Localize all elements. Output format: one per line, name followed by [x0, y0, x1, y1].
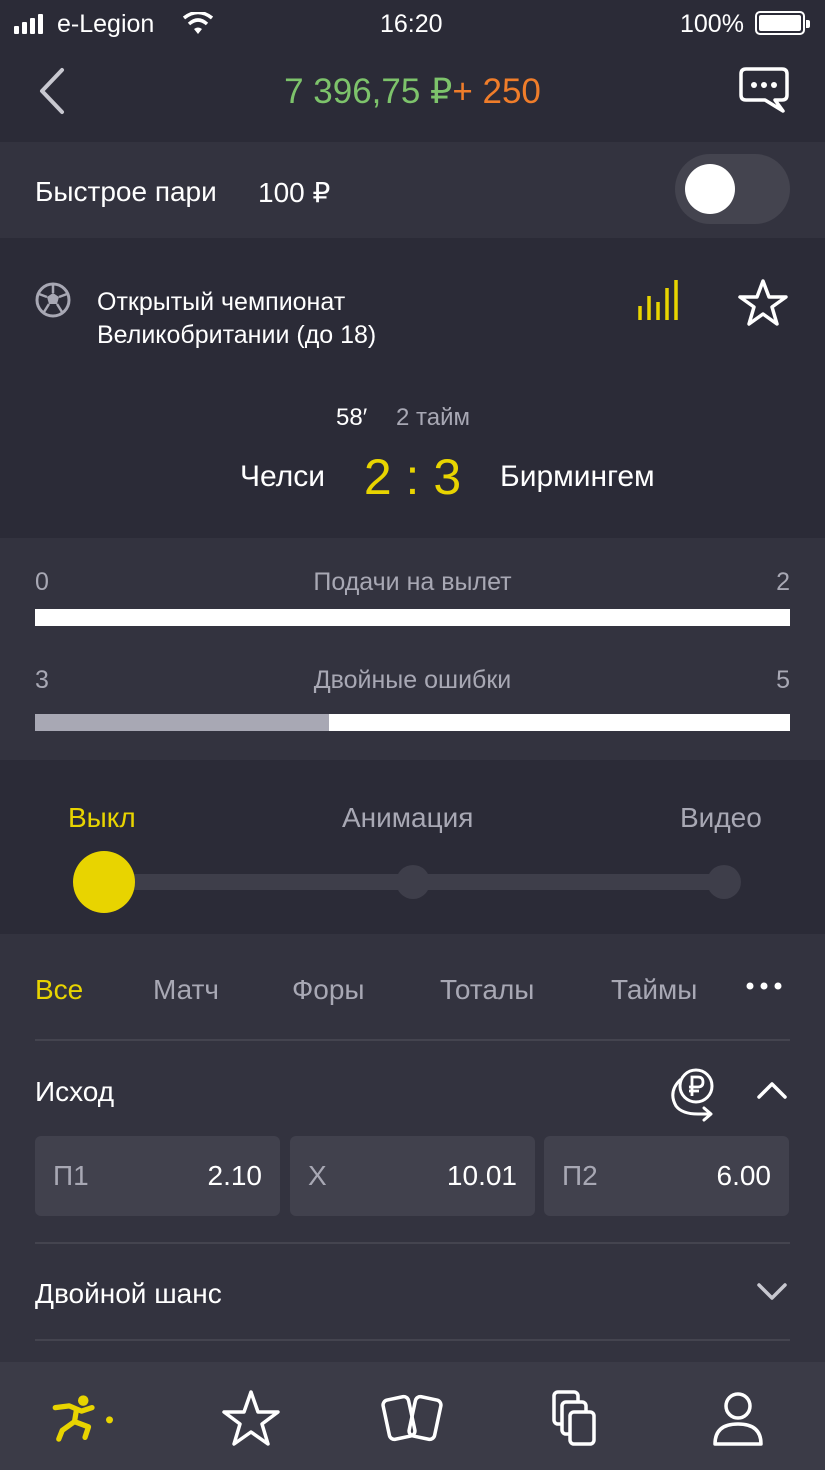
quick-bet-amount[interactable]: 100 ₽ [258, 176, 330, 209]
soccer-ball-icon [35, 282, 71, 318]
favorites-star-icon[interactable] [216, 1384, 286, 1454]
tab-handicaps[interactable]: Форы [292, 974, 365, 1006]
mode-video-label[interactable]: Видео [680, 802, 762, 834]
odd-button-p2[interactable]: П2 6.00 [544, 1136, 789, 1216]
bonus-amount: + 250 [452, 72, 541, 111]
sport-icon[interactable] [50, 1384, 120, 1454]
odd-value: 10.01 [446, 1160, 517, 1191]
market-outcome-title[interactable]: Исход [35, 1076, 114, 1108]
mode-off-label[interactable]: Выкл [68, 802, 136, 834]
tab-totals[interactable]: Тоталы [440, 974, 534, 1006]
signal-icon [14, 14, 50, 34]
balance-display: 7 396,75 ₽+ 250 [0, 72, 825, 112]
tab-all[interactable]: Все [35, 974, 83, 1006]
statistics-icon[interactable] [634, 276, 682, 324]
mode-knob[interactable] [73, 851, 135, 913]
status-bar: e-Legion 16:20 100% [0, 0, 825, 52]
tab-halves[interactable]: Таймы [611, 974, 697, 1006]
broadcast-mode-slider: Выкл Анимация Видео [0, 766, 825, 934]
star-icon[interactable] [736, 278, 790, 328]
toggle-knob [685, 164, 735, 214]
league-line-1: Открытый чемпионат [97, 288, 346, 316]
more-icon[interactable] [744, 980, 784, 992]
match-info: Открытый чемпионат Великобритании (до 18… [0, 238, 825, 536]
stat-title: Подачи на вылет [313, 568, 512, 596]
match-period: 2 тайм [396, 404, 470, 431]
divider [35, 1039, 790, 1041]
odd-value: 2.10 [207, 1160, 263, 1191]
odd-button-x[interactable]: X 10.01 [290, 1136, 535, 1216]
stat-right-value: 5 [776, 666, 790, 694]
quick-bet-bar: Быстрое пари 100 ₽ [0, 142, 825, 238]
chat-bubble-icon[interactable] [737, 65, 791, 117]
odd-button-p1[interactable]: П1 2.10 [35, 1136, 280, 1216]
odd-name: X [308, 1160, 327, 1191]
mode-dot-video[interactable] [707, 865, 741, 899]
markets-panel: Все Матч Форы Тоталы Таймы Исход П1 2.10… [0, 934, 825, 1362]
balance-amount: 7 396,75 ₽ [284, 72, 453, 111]
battery-percent: 100% [680, 10, 744, 38]
divider [35, 1242, 790, 1244]
clock: 16:20 [380, 10, 443, 38]
carrier-name: e-Legion [57, 10, 155, 38]
odd-name: П2 [562, 1160, 598, 1191]
header: 7 396,75 ₽+ 250 [0, 52, 825, 142]
cards-icon[interactable] [378, 1384, 448, 1454]
market-double-chance-title[interactable]: Двойной шанс [35, 1278, 222, 1310]
mode-animation-label[interactable]: Анимация [342, 802, 473, 834]
wifi-icon [183, 12, 213, 34]
score: 2 : 3 [363, 449, 462, 505]
league-name: Открытый чемпионат Великобритании (до 18… [97, 286, 537, 352]
league-line-2: Великобритании (до 18) [97, 321, 377, 349]
stat-bar-aces [35, 609, 790, 626]
tab-match[interactable]: Матч [153, 974, 219, 1006]
odd-name: П1 [53, 1160, 89, 1191]
profile-icon[interactable] [703, 1384, 773, 1454]
quick-bet-toggle[interactable] [675, 154, 790, 224]
match-stats: 0 Подачи на вылет 2 3 Двойные ошибки 5 [0, 538, 825, 760]
chevron-up-icon[interactable] [756, 1080, 788, 1100]
stat-bar-double-faults [35, 714, 790, 731]
battery-icon [755, 11, 810, 35]
mode-dot-animation[interactable] [396, 865, 430, 899]
match-minute: 58′ [336, 404, 368, 431]
stat-right-value: 2 [776, 568, 790, 596]
bottom-tab-bar [0, 1362, 825, 1470]
coupons-icon[interactable] [540, 1384, 610, 1454]
stat-bar-fill [35, 714, 330, 731]
divider [35, 1339, 790, 1341]
quick-bet-label: Быстрое пари [35, 176, 217, 207]
away-team: Бирмингем [500, 460, 655, 493]
cashout-ruble-icon[interactable] [666, 1066, 718, 1122]
stat-title: Двойные ошибки [313, 666, 512, 694]
odd-value: 6.00 [716, 1160, 772, 1191]
chevron-down-icon[interactable] [756, 1282, 788, 1302]
